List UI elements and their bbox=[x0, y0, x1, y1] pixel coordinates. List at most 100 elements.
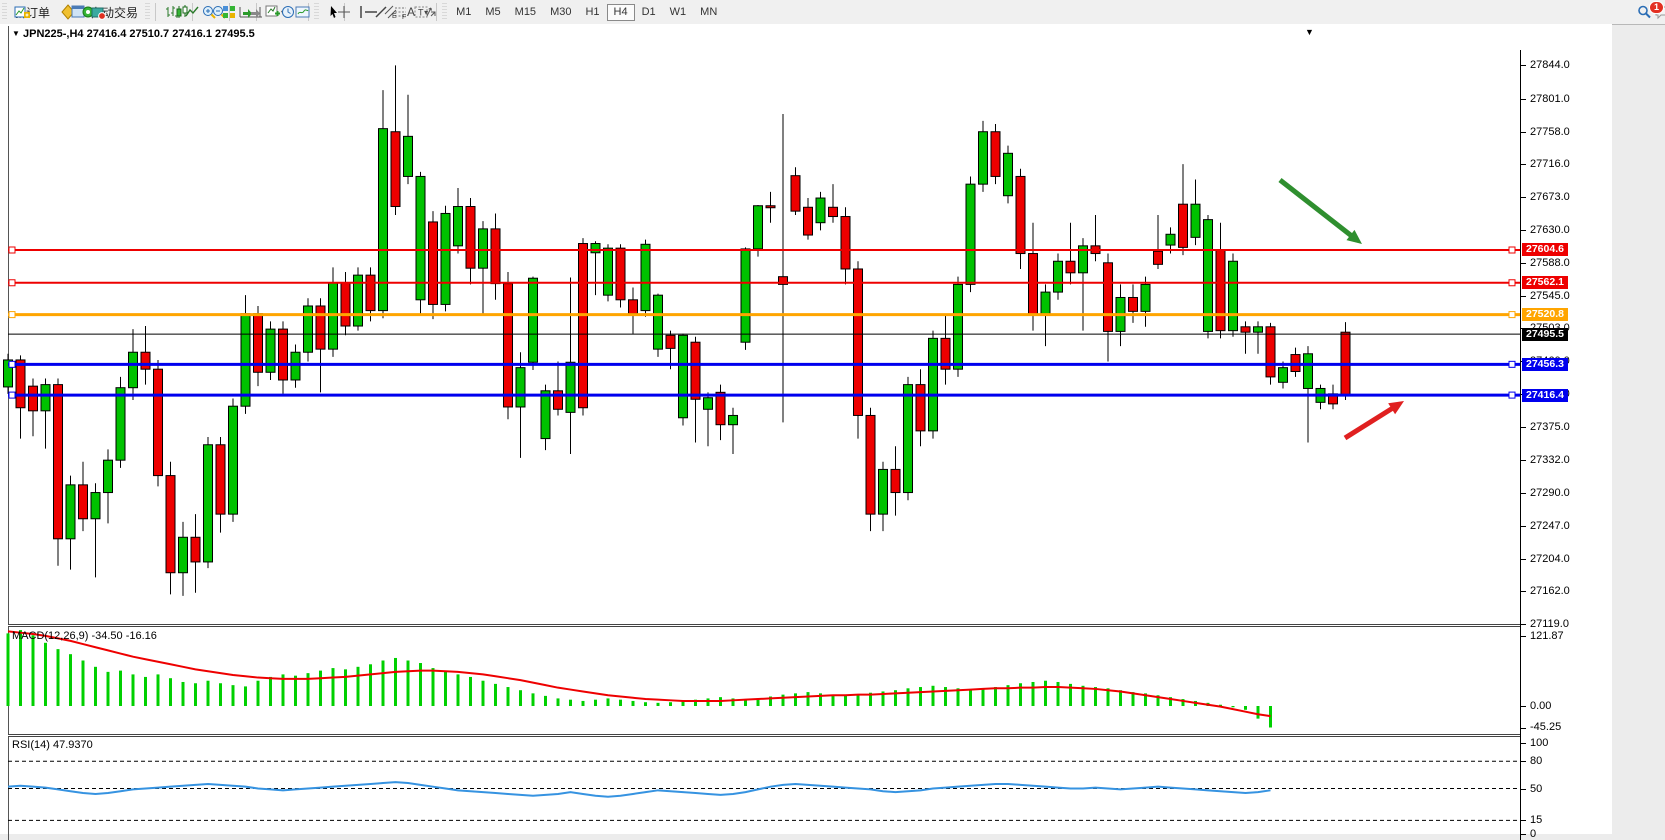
candle bbox=[266, 321, 275, 380]
timeframe-button-m1[interactable]: M1 bbox=[449, 4, 478, 21]
candle bbox=[291, 345, 300, 388]
candle bbox=[779, 114, 788, 422]
bear-candle-body bbox=[891, 469, 900, 492]
bull-candle-body bbox=[129, 352, 138, 387]
bear-candle-body bbox=[79, 485, 88, 519]
hline-handle[interactable] bbox=[1509, 280, 1515, 286]
rsi-axis-label: 100 bbox=[1530, 737, 1548, 749]
rsi-panel[interactable] bbox=[8, 737, 1521, 840]
bull-candle-body bbox=[479, 229, 488, 268]
candle bbox=[1091, 215, 1100, 261]
cursor-button[interactable] bbox=[321, 4, 331, 21]
bull-candle-body bbox=[179, 537, 188, 572]
price-tick-label: 27375.0 bbox=[1530, 421, 1570, 433]
bear-candle-body bbox=[366, 275, 375, 310]
candle bbox=[429, 211, 438, 319]
hline-handle[interactable] bbox=[1509, 312, 1515, 318]
toolbar-drag-handle bbox=[314, 3, 319, 21]
top-toolbar: 新订单自动交易▾▾▾EFAT▾M1M5M15M30H1H4D1W1MN1 bbox=[0, 0, 1665, 25]
search-button[interactable] bbox=[1631, 4, 1641, 21]
bull-candle-body bbox=[516, 368, 525, 407]
timeframe-button-m30[interactable]: M30 bbox=[543, 4, 578, 21]
candle bbox=[416, 172, 425, 315]
hline-price-tag: 27562.1 bbox=[1522, 276, 1568, 289]
candle bbox=[554, 361, 563, 415]
bar-chart-icon-button[interactable] bbox=[159, 4, 169, 21]
indicator-caret-icon[interactable]: ▼ bbox=[1305, 27, 1314, 37]
timeframe-button-w1[interactable]: W1 bbox=[663, 4, 694, 21]
main-price-panel[interactable] bbox=[8, 50, 1521, 624]
price-tick-label: 27801.0 bbox=[1530, 93, 1570, 105]
bull-candle-body bbox=[679, 335, 688, 417]
hline-handle[interactable] bbox=[9, 280, 15, 286]
rsi-axis-tick bbox=[1521, 761, 1526, 762]
bear-candle-body bbox=[279, 329, 288, 380]
bull-candle-body bbox=[641, 244, 650, 310]
hline-handle[interactable] bbox=[9, 247, 15, 253]
bear-candle-body bbox=[916, 385, 925, 431]
rsi-axis-label: 50 bbox=[1530, 783, 1542, 795]
timeframe-button-m5[interactable]: M5 bbox=[478, 4, 507, 21]
hline-handle[interactable] bbox=[9, 312, 15, 318]
price-tick bbox=[1521, 526, 1526, 527]
candle bbox=[1066, 223, 1075, 285]
autotrading-button[interactable]: 自动交易 bbox=[85, 4, 143, 21]
down-trend-arrow[interactable] bbox=[1280, 180, 1362, 244]
candle bbox=[4, 354, 13, 394]
candle bbox=[216, 437, 225, 533]
toolbar-drag-handle bbox=[145, 3, 150, 21]
candle bbox=[654, 294, 663, 357]
market-watch-icon-button[interactable] bbox=[55, 4, 65, 21]
rsi-axis-tick bbox=[1521, 834, 1526, 835]
bull-candle-body bbox=[291, 352, 300, 380]
candle bbox=[954, 277, 963, 377]
candle bbox=[1016, 169, 1025, 269]
candle bbox=[791, 167, 800, 215]
bull-candle-body bbox=[116, 388, 125, 460]
bull-candle-body bbox=[604, 248, 613, 295]
price-tick bbox=[1521, 591, 1526, 592]
price-tick-label: 27332.0 bbox=[1530, 454, 1570, 466]
up-bounce-arrow[interactable] bbox=[1345, 401, 1404, 438]
candle bbox=[529, 277, 538, 370]
bear-candle-body bbox=[691, 342, 700, 399]
timeframe-button-mn[interactable]: MN bbox=[693, 4, 724, 21]
panel-separator[interactable] bbox=[8, 624, 1521, 627]
bear-candle-body bbox=[579, 244, 588, 408]
hline-handle[interactable] bbox=[1509, 392, 1515, 398]
bear-candle-body bbox=[191, 537, 200, 562]
timeframe-button-h1[interactable]: H1 bbox=[578, 4, 606, 21]
timeframe-button-d1[interactable]: D1 bbox=[635, 4, 663, 21]
timeframe-button-m15[interactable]: M15 bbox=[508, 4, 543, 21]
chat-button[interactable]: 1 bbox=[1649, 4, 1659, 21]
bull-candle-body bbox=[904, 385, 913, 493]
macd-panel[interactable] bbox=[8, 628, 1521, 734]
hline-price-tag: 27456.3 bbox=[1522, 358, 1568, 371]
hline-handle[interactable] bbox=[1509, 361, 1515, 367]
rsi-line bbox=[8, 782, 1271, 797]
bear-candle-body bbox=[141, 352, 150, 369]
candle bbox=[279, 321, 288, 393]
candle bbox=[1179, 164, 1188, 255]
toolbar-right-group: 1 bbox=[1631, 4, 1659, 21]
bear-candle-body bbox=[16, 360, 25, 408]
bull-candle-body bbox=[66, 485, 75, 539]
hline-handle[interactable] bbox=[1509, 247, 1515, 253]
arrow-shaft bbox=[1280, 180, 1354, 238]
hline-handle[interactable] bbox=[9, 361, 15, 367]
hline-handle[interactable] bbox=[9, 392, 15, 398]
candle bbox=[1291, 348, 1300, 377]
price-tick bbox=[1521, 559, 1526, 560]
bull-candle-body bbox=[1166, 234, 1175, 245]
timeframe-button-h4[interactable]: H4 bbox=[607, 4, 635, 21]
price-tick bbox=[1521, 460, 1526, 461]
new-order-button[interactable]: 新订单 bbox=[9, 4, 55, 21]
bear-candle-body bbox=[216, 445, 225, 514]
bear-candle-body bbox=[866, 415, 875, 514]
bear-candle-body bbox=[854, 269, 863, 415]
bull-candle-body bbox=[229, 406, 238, 514]
hline-price-tag: 27520.8 bbox=[1522, 308, 1568, 321]
bear-candle-body bbox=[716, 392, 725, 424]
bear-candle-body bbox=[1016, 176, 1025, 253]
collapse-caret-icon[interactable]: ▼ bbox=[12, 29, 20, 38]
